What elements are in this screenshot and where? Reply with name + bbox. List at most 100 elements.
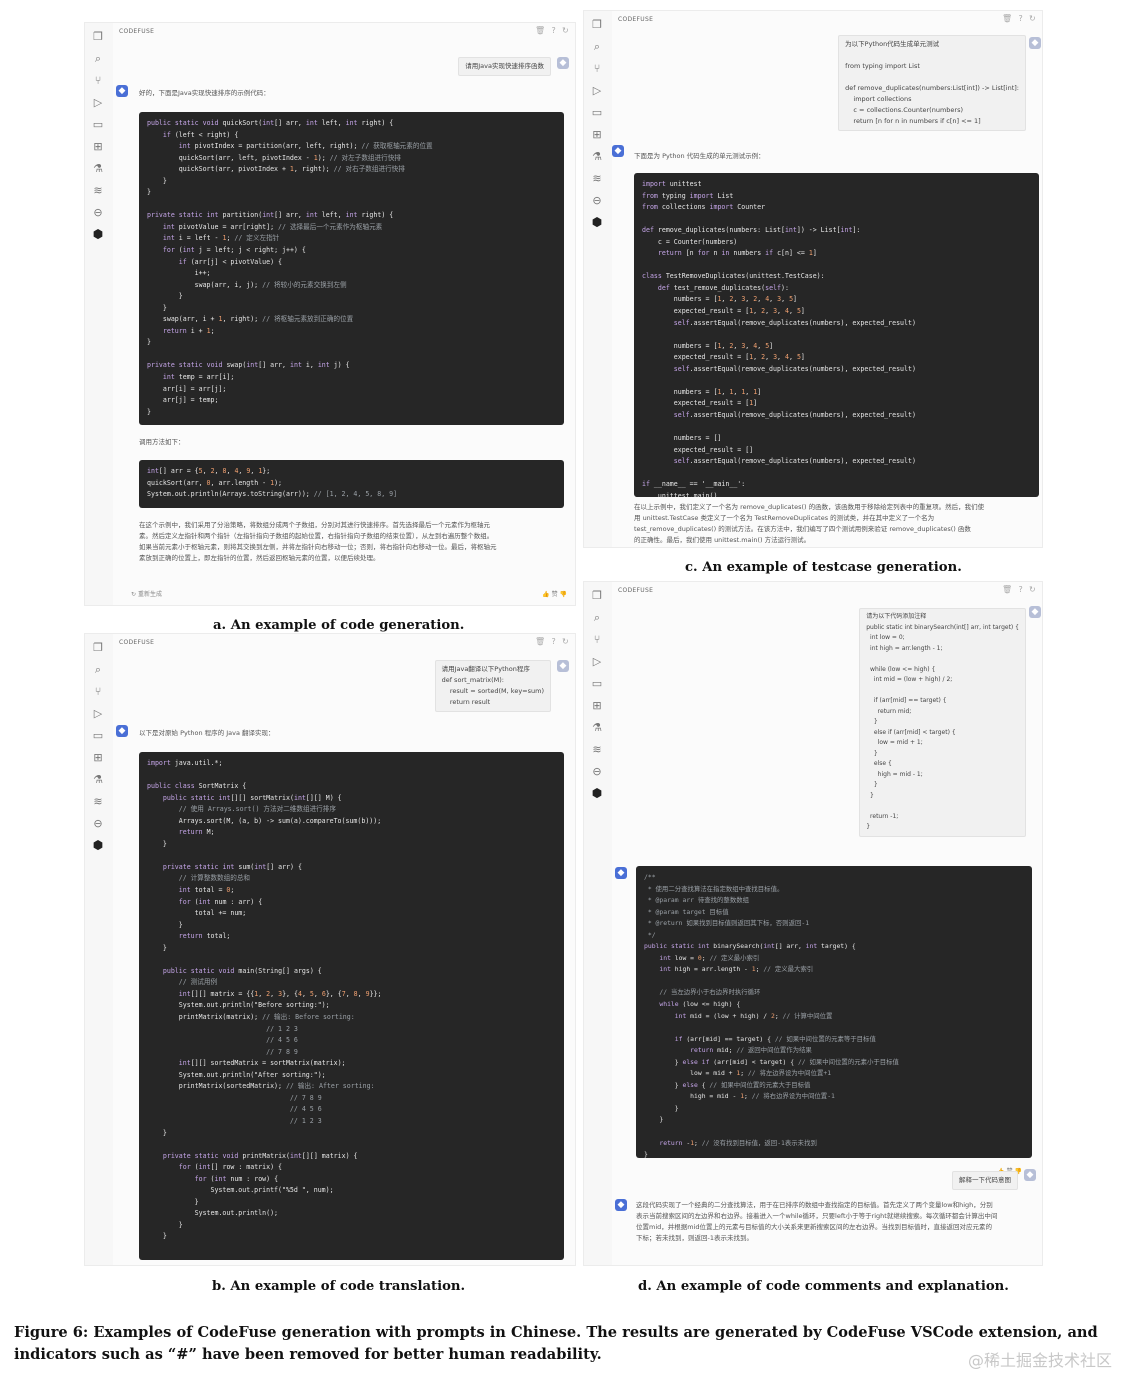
code-line: if (arr[mid] == target) { // 如果中间位置的元素等于… — [674, 1034, 876, 1043]
code-line: */ — [644, 930, 656, 939]
code-line: return mid; // 返回中间位置作为结果 — [690, 1046, 812, 1055]
usage-code-line: System.out.println(Arrays.toString(arr))… — [147, 490, 398, 499]
copy-icon[interactable]: ❐ — [590, 17, 604, 31]
code-line: } — [147, 292, 183, 301]
watermark: @稀土掘金技术社区 — [967, 1351, 1112, 1370]
source-control-icon[interactable]: ⑂ — [590, 632, 604, 646]
remote-icon[interactable]: ▭ — [91, 117, 105, 131]
code-line: printMatrix(sortedMatrix); // 输出: After … — [147, 1082, 375, 1091]
bot-intro: 以下是对原始 Python 程序的 Java 翻译实现： — [139, 729, 275, 737]
help-icon[interactable]: ? — [1018, 14, 1023, 23]
codefuse-icon[interactable]: ⬢ — [590, 786, 604, 800]
minus-circle-icon[interactable]: ⊖ — [590, 193, 604, 207]
regenerate-label: 重新生成 — [137, 591, 162, 598]
extensions-icon[interactable]: ⊞ — [590, 127, 604, 141]
usage-label: 调用方法如下： — [139, 438, 185, 446]
activity-bar: ❐ ⌕ ⑂ ▷ ▭ ⊞ ⚗ ≋ ⊖ ⬢ — [584, 11, 610, 547]
code-line: def remove_duplicates(numbers: List[int]… — [642, 226, 861, 235]
user-avatar: ◆ — [557, 660, 569, 672]
code-line: // 当左边界小于右边界时执行循环 — [659, 988, 761, 997]
regenerate-button[interactable]: ↻ 重新生成 — [131, 589, 162, 598]
source-control-icon[interactable]: ⑂ — [91, 73, 105, 87]
code-line: public class SortMatrix { — [147, 782, 247, 791]
search-icon[interactable]: ⌕ — [590, 39, 604, 53]
flask-icon[interactable]: ⚗ — [590, 720, 604, 734]
code-line: int pivotIndex = partition(arr, left, ri… — [178, 142, 433, 151]
extensions-icon[interactable]: ⊞ — [91, 750, 105, 764]
code-line: } else if (arr[mid] < target) { // 如果中间位… — [644, 1057, 899, 1066]
code-line: int pivotValue = arr[right]; // 选择最后一个元素… — [162, 222, 383, 231]
codefuse-icon[interactable]: ⬢ — [91, 227, 105, 241]
code-line: for (int j = left; j < right; j++) { — [162, 246, 306, 255]
run-debug-icon[interactable]: ▷ — [91, 706, 105, 720]
code-block: import unittest from typing import List fr… — [634, 173, 1039, 497]
code-line: import java.util.*; — [147, 759, 223, 767]
chat-header: CODEFUSE 🗑? ↻ — [612, 582, 1042, 600]
search-icon[interactable]: ⌕ — [91, 662, 105, 676]
explanation-line: 表示当前搜索区间的左边界和右边界。接着进入一个while循环，只要left小于等… — [636, 1212, 998, 1220]
trash-icon[interactable]: 🗑 — [535, 637, 545, 646]
remote-icon[interactable]: ▭ — [590, 676, 604, 690]
remote-icon[interactable]: ▭ — [590, 105, 604, 119]
minus-circle-icon[interactable]: ⊖ — [91, 816, 105, 830]
docker-icon[interactable]: ≋ — [590, 742, 604, 756]
chat-area: CODEFUSE 🗑? ↻ 请为以下代码添加注释 public static in… — [612, 582, 1042, 1265]
copy-icon[interactable]: ❐ — [590, 588, 604, 602]
code-line: * @param target 目标值 — [644, 907, 729, 916]
feedback-buttons[interactable]: 👍 赞 👎 — [542, 589, 567, 598]
trash-icon[interactable]: 🗑 — [535, 26, 545, 35]
code-line: while (low <= high) { — [659, 1000, 741, 1009]
docker-icon[interactable]: ≋ — [91, 183, 105, 197]
code-line: c = Counter(numbers) — [642, 237, 738, 246]
code-line: // 1 2 3 — [289, 1116, 322, 1125]
code-line: swap(arr, i + 1, right); // 将枢轴元素放到正确的位置 — [147, 315, 354, 324]
source-control-icon[interactable]: ⑂ — [91, 684, 105, 698]
extensions-icon[interactable]: ⊞ — [590, 698, 604, 712]
brand-label: CODEFUSE — [119, 639, 155, 646]
code-line: arr[j] = temp; — [147, 396, 219, 405]
search-icon[interactable]: ⌕ — [590, 610, 604, 624]
refresh-icon[interactable]: ↻ — [1029, 585, 1036, 594]
flask-icon[interactable]: ⚗ — [590, 149, 604, 163]
flask-icon[interactable]: ⚗ — [91, 772, 105, 786]
code-line: printMatrix(matrix); // 输出: Before sorti… — [147, 1013, 355, 1022]
refresh-icon[interactable]: ↻ — [562, 637, 569, 646]
copy-icon[interactable]: ❐ — [91, 640, 105, 654]
run-debug-icon[interactable]: ▷ — [590, 83, 604, 97]
help-icon[interactable]: ? — [551, 26, 556, 35]
code-line: } — [147, 920, 183, 929]
explanation-line: 这段代码实现了一个经典的二分查找算法，用于在已排序的数组中查找指定的目标值。首先… — [636, 1201, 993, 1209]
trash-icon[interactable]: 🗑 — [1002, 14, 1012, 23]
run-debug-icon[interactable]: ▷ — [590, 654, 604, 668]
search-icon[interactable]: ⌕ — [91, 51, 105, 65]
refresh-icon[interactable]: ↻ — [562, 26, 569, 35]
refresh-icon[interactable]: ↻ — [1029, 14, 1036, 23]
code-line: expected_result = [1, 2, 3, 4, 5] — [642, 353, 805, 362]
code-line: for (int num : row) { — [194, 1174, 279, 1183]
flask-icon[interactable]: ⚗ — [91, 161, 105, 175]
code-line: public static int binarySearch(int[] arr… — [644, 942, 856, 951]
run-debug-icon[interactable]: ▷ — [91, 95, 105, 109]
help-icon[interactable]: ? — [551, 637, 556, 646]
docker-icon[interactable]: ≋ — [590, 171, 604, 185]
bot-avatar: ◆ — [116, 725, 128, 737]
minus-circle-icon[interactable]: ⊖ — [91, 205, 105, 219]
usage-code-line: int[] arr = {5, 2, 8, 4, 9, 1}; — [147, 467, 271, 475]
codefuse-icon[interactable]: ⬢ — [590, 215, 604, 229]
code-line: expected_result = [] — [642, 445, 754, 454]
docker-icon[interactable]: ≋ — [91, 794, 105, 808]
user-avatar: ◆ — [1029, 37, 1041, 49]
code-line: for (int num : arr) { — [178, 897, 263, 906]
panel-d-code-comments: ❐ ⌕ ⑂ ▷ ▭ ⊞ ⚗ ≋ ⊖ ⬢ CODEFUSE 🗑? ↻ 请为以下代码添… — [583, 581, 1043, 1266]
copy-icon[interactable]: ❐ — [91, 29, 105, 43]
codefuse-icon[interactable]: ⬢ — [91, 838, 105, 852]
source-control-icon[interactable]: ⑂ — [590, 61, 604, 75]
extensions-icon[interactable]: ⊞ — [91, 139, 105, 153]
minus-circle-icon[interactable]: ⊖ — [590, 764, 604, 778]
trash-icon[interactable]: 🗑 — [1002, 585, 1012, 594]
help-icon[interactable]: ? — [1018, 585, 1023, 594]
user-avatar: ◆ — [557, 57, 569, 69]
remote-icon[interactable]: ▭ — [91, 728, 105, 742]
